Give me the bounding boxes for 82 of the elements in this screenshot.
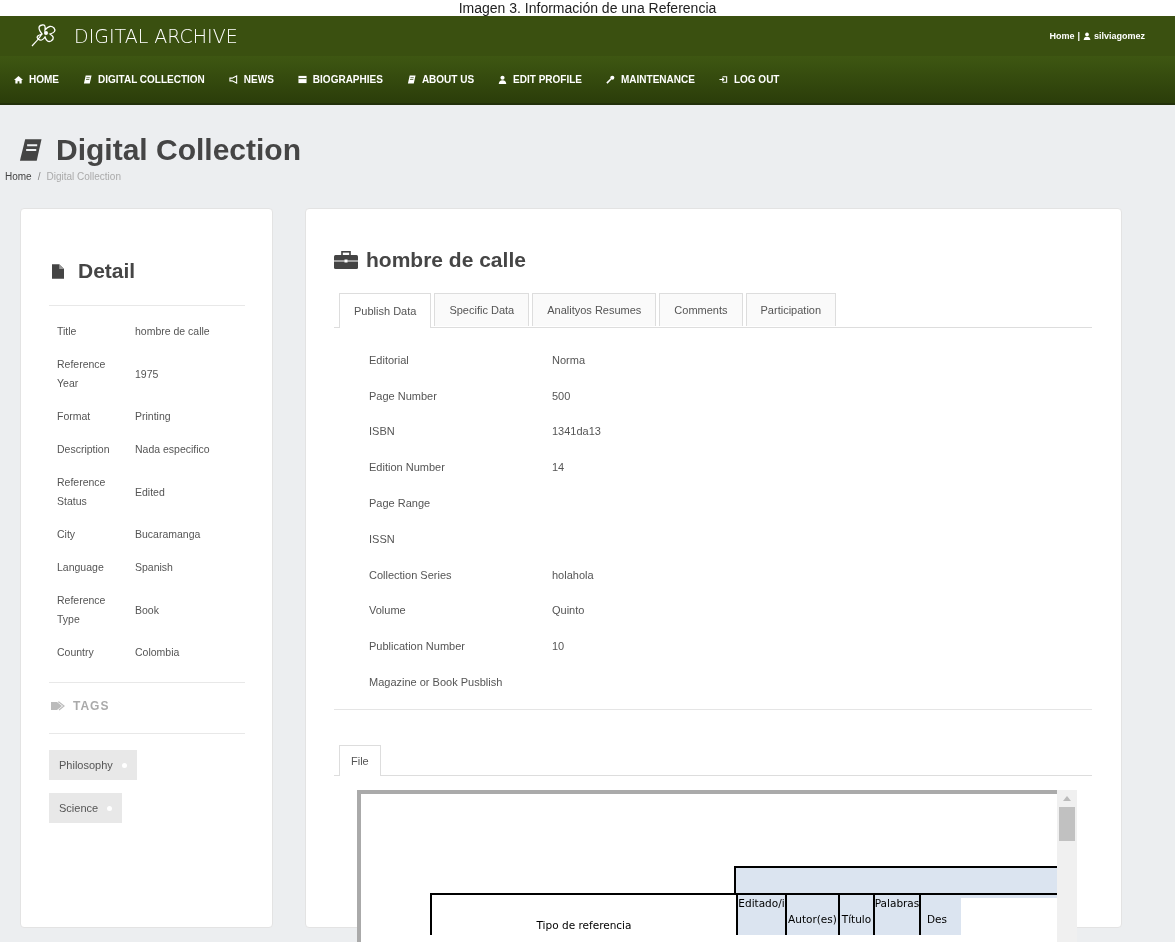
field-value: Nada especifico xyxy=(135,442,211,457)
tab[interactable]: Comments xyxy=(659,293,743,326)
figure-caption: Imagen 3. Información de una Referencia xyxy=(0,0,1175,16)
nav-link[interactable]: NEWS xyxy=(228,74,274,85)
field-label: Description xyxy=(57,442,111,457)
breadcrumb-link[interactable]: Home xyxy=(5,171,32,182)
briefcase-icon xyxy=(334,251,358,269)
detail-heading: Detail xyxy=(78,259,136,283)
field-value: Book xyxy=(135,602,160,618)
table-cell: Editado/i xyxy=(738,894,787,935)
field-value: 1975 xyxy=(135,366,160,382)
megaphone-icon xyxy=(228,75,238,84)
home-icon xyxy=(14,75,23,84)
field-value: Edited xyxy=(135,484,166,500)
scroll-up-arrow-icon[interactable] xyxy=(1063,795,1071,801)
separator-text: | xyxy=(1077,31,1080,41)
page-title: Digital Collection xyxy=(56,133,301,167)
tags-heading: TAGS xyxy=(73,699,110,713)
field-label: Page Range xyxy=(369,497,432,510)
field-label: ISBN xyxy=(369,425,396,438)
nav-link[interactable]: BIOGRAPHIES xyxy=(297,74,383,85)
field-value: Printing xyxy=(135,409,172,424)
field-value: hombre de calle xyxy=(135,324,211,339)
nav-link[interactable]: MAINTENANCE xyxy=(606,74,695,85)
field-value: Norma xyxy=(552,353,586,366)
book-icon xyxy=(18,138,42,162)
table-cell: Autor(es) xyxy=(787,894,840,935)
tab[interactable]: File xyxy=(339,744,381,776)
field-value: 500 xyxy=(552,389,572,402)
field-label: Language xyxy=(57,560,105,575)
table-cell: Palabras xyxy=(875,894,921,935)
field-value: 10 xyxy=(552,640,566,653)
brand-title: DIGITAL ARCHIVE xyxy=(74,25,238,47)
field-label: ISSN xyxy=(369,532,396,545)
field-label: City xyxy=(57,527,77,542)
tag-chip[interactable]: Philosophy xyxy=(49,750,137,780)
nav-link[interactable]: ABOUT US xyxy=(406,74,475,85)
field-label: Reference Status xyxy=(57,475,107,509)
field-label: Reference Year xyxy=(57,357,107,391)
field-label: Country xyxy=(57,645,95,660)
nav-link[interactable]: DIGITAL COLLECTION xyxy=(83,74,205,85)
field-label: Publication Number xyxy=(369,640,466,653)
user-icon xyxy=(498,75,508,84)
table-cell: Título xyxy=(840,894,875,935)
tab[interactable]: Publish Data xyxy=(339,293,432,328)
tag-chip[interactable]: Science xyxy=(49,793,123,823)
field-value: Quinto xyxy=(552,604,586,617)
user-icon xyxy=(1082,32,1091,40)
nav-link[interactable]: HOME xyxy=(14,74,59,85)
field-value: Spanish xyxy=(135,560,174,575)
scrollbar[interactable] xyxy=(1057,789,1077,942)
record-title: hombre de calle xyxy=(366,248,526,272)
field-label: Format xyxy=(57,409,92,424)
field-label: Page Number xyxy=(369,389,438,402)
wrench-icon xyxy=(606,75,615,84)
field-label: Collection Series xyxy=(369,568,453,581)
scrollbar-thumb[interactable] xyxy=(1059,806,1075,841)
field-label: Edition Number xyxy=(369,461,446,474)
field-value: holahola xyxy=(552,568,595,581)
document-icon xyxy=(52,263,64,279)
logout-icon xyxy=(718,75,728,84)
nav-link[interactable]: LOG OUT xyxy=(718,74,780,85)
field-value: 14 xyxy=(552,461,566,474)
field-value: 1341da13 xyxy=(552,425,602,438)
field-label: Reference Type xyxy=(57,593,107,627)
field-label: Volume xyxy=(369,604,407,617)
field-value: Bucaramanga xyxy=(135,527,202,542)
field-label: Editorial xyxy=(369,353,410,366)
list-icon xyxy=(297,75,307,84)
field-label: Magazine or Book Pusblish xyxy=(369,676,504,689)
tags-icon xyxy=(51,701,65,711)
tab[interactable]: Specific Data xyxy=(434,293,530,326)
book-icon xyxy=(406,75,416,84)
header-link[interactable]: Home xyxy=(1049,31,1075,41)
tab[interactable]: Participation xyxy=(745,293,837,326)
breadcrumb-separator: / xyxy=(37,171,41,182)
header-link[interactable]: silviagomez xyxy=(1093,31,1145,41)
nav-link[interactable]: EDIT PROFILE xyxy=(498,74,582,85)
field-label: Title xyxy=(57,324,78,339)
field-value: Colombia xyxy=(135,645,181,660)
tab[interactable]: Analityos Resumes xyxy=(532,293,657,326)
book-icon xyxy=(83,75,92,84)
